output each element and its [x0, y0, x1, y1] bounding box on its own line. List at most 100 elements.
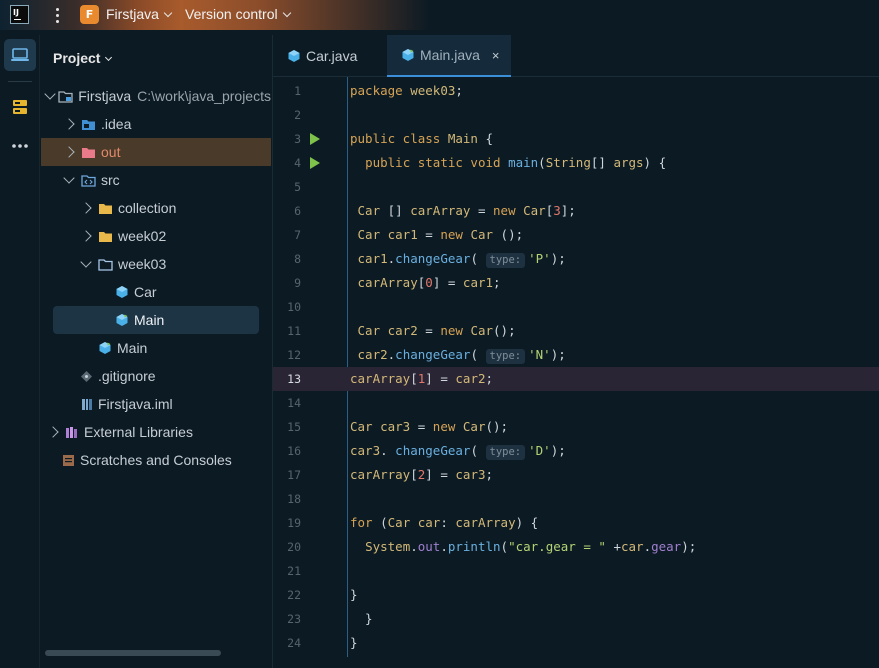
tree-item-collection[interactable]: collection [41, 194, 271, 222]
tree-item-scratches[interactable]: Scratches and Consoles [41, 446, 271, 474]
scratches-icon [63, 454, 74, 466]
line-number: 17 [287, 468, 301, 482]
version-control-menu[interactable]: Version control [185, 6, 291, 22]
code-line: 3 public class Main { [273, 127, 879, 151]
code-text: public class Main { [350, 131, 494, 146]
tree-item-label: src [101, 172, 120, 188]
java-main-class-icon [99, 342, 111, 354]
run-icon[interactable] [310, 157, 320, 169]
more-tools-button[interactable] [4, 130, 36, 162]
chevron-down-icon[interactable] [80, 255, 92, 268]
structure-tool-button[interactable] [4, 91, 36, 123]
code-text: Car car1 = new Car (); [357, 227, 524, 242]
version-control-label: Version control [185, 6, 278, 22]
code-line: 5 [273, 175, 879, 199]
code-line: 16 car3. changeGear( type: 'D'); [273, 439, 879, 463]
code-line: 4 public static void main(String[] args)… [273, 151, 879, 175]
java-main-class-icon [116, 314, 128, 326]
folder-icon [99, 231, 112, 242]
line-number: 13 [287, 372, 301, 386]
code-area[interactable]: 1 package week03; 2 3 public class Main { … [273, 77, 879, 668]
tree-item-firstjava[interactable]: Firstjava C:\work\java_projects [41, 82, 271, 110]
tree-item-main[interactable]: Main [41, 334, 271, 362]
tree-item-external-libraries[interactable]: External Libraries [41, 418, 271, 446]
project-panel-title[interactable]: Project [53, 50, 113, 66]
line-number: 6 [294, 204, 301, 218]
tool-window-strip [0, 35, 40, 668]
tree-item-label: out [101, 144, 121, 160]
tree-item-label: week03 [118, 256, 167, 272]
code-line: 7 Car car1 = new Car (); [273, 223, 879, 247]
tree-item-week03[interactable]: week03 [41, 250, 271, 278]
line-number: 8 [294, 252, 301, 266]
horizontal-scrollbar[interactable] [45, 650, 221, 656]
project-window-icon [11, 48, 29, 61]
tab-label: Car.java [306, 48, 358, 64]
line-number: 2 [294, 108, 301, 122]
tree-item-out[interactable]: out [41, 138, 271, 166]
line-number: 20 [287, 540, 301, 554]
code-text: Car car2 = new Car(); [357, 323, 516, 338]
line-number: 19 [287, 516, 301, 530]
java-class-icon [288, 50, 300, 62]
code-line: 11 Car car2 = new Car(); [273, 319, 879, 343]
tree-item-gitignore[interactable]: .gitignore [41, 362, 271, 390]
line-number: 10 [287, 300, 301, 314]
tree-item-label: Firstjava [78, 88, 132, 104]
project-panel: Project Firstjava C:\work\java_projects .… [41, 35, 271, 668]
chevron-down-icon[interactable] [63, 171, 75, 184]
tab-main-java[interactable]: Main.java × [387, 35, 511, 77]
editor: Car.java Main.java × 1 package week03; 2 … [272, 35, 879, 668]
tree-item-label: collection [118, 200, 177, 216]
tab-car-java[interactable]: Car.java [273, 35, 387, 77]
tree-item-idea[interactable]: .idea [41, 110, 271, 138]
tree-item-label: Main [117, 340, 148, 356]
project-path: C:\work\java_projects [137, 88, 271, 104]
line-number: 1 [294, 84, 301, 98]
tree-item-week02[interactable]: week02 [41, 222, 271, 250]
tree-item-label: .gitignore [98, 368, 156, 384]
libraries-icon [66, 426, 77, 438]
code-line-current: 13 carArray[1] = car2; [273, 367, 879, 391]
main-menu-icon[interactable] [50, 5, 64, 25]
code-line: 20 System.out.println("car.gear = " +car… [273, 535, 879, 559]
tree-item-label: .idea [101, 116, 132, 132]
tree-item-iml[interactable]: Firstjava.iml [41, 390, 271, 418]
chevron-right-icon[interactable] [80, 230, 92, 242]
project-switcher[interactable]: Firstjava [106, 6, 173, 22]
line-number: 24 [287, 636, 301, 650]
folder-idea-icon [82, 119, 95, 130]
line-number: 12 [287, 348, 301, 362]
line-number: 22 [287, 588, 301, 602]
chevron-down-icon[interactable] [43, 87, 56, 100]
tree-item-label: Main [134, 312, 165, 328]
inlay-hint: type: [485, 253, 526, 268]
chevron-right-icon[interactable] [63, 146, 75, 158]
tree-item-car[interactable]: Car [41, 278, 271, 306]
tool-separator [8, 81, 32, 82]
code-text: Car [] carArray = new Car[3]; [357, 203, 576, 218]
line-number: 23 [287, 612, 301, 626]
chevron-right-icon[interactable] [63, 118, 75, 130]
iml-file-icon [82, 398, 92, 410]
run-icon[interactable] [310, 133, 320, 145]
code-line: 15 Car car3 = new Car(); [273, 415, 879, 439]
inlay-hint: type: [485, 349, 526, 364]
line-number: 21 [287, 564, 301, 578]
close-icon[interactable]: × [492, 48, 500, 63]
structure-icon [13, 100, 27, 114]
intellij-logo-icon[interactable]: IJ [10, 5, 29, 24]
project-badge[interactable]: F [80, 5, 99, 24]
project-tool-button[interactable] [4, 39, 36, 71]
chevron-right-icon[interactable] [80, 202, 92, 214]
tree-item-label: Car [134, 284, 157, 300]
code-line: 24} [273, 631, 879, 655]
tree-item-src[interactable]: src [41, 166, 271, 194]
code-text: car3. changeGear( type: 'D'); [350, 443, 566, 460]
tree-item-main-selected[interactable]: Main [53, 306, 259, 334]
chevron-right-icon[interactable] [47, 426, 59, 438]
editor-tab-bar: Car.java Main.java × [273, 35, 879, 77]
java-class-icon [116, 286, 128, 298]
code-line: 23 } [273, 607, 879, 631]
chevron-down-icon [163, 8, 173, 18]
